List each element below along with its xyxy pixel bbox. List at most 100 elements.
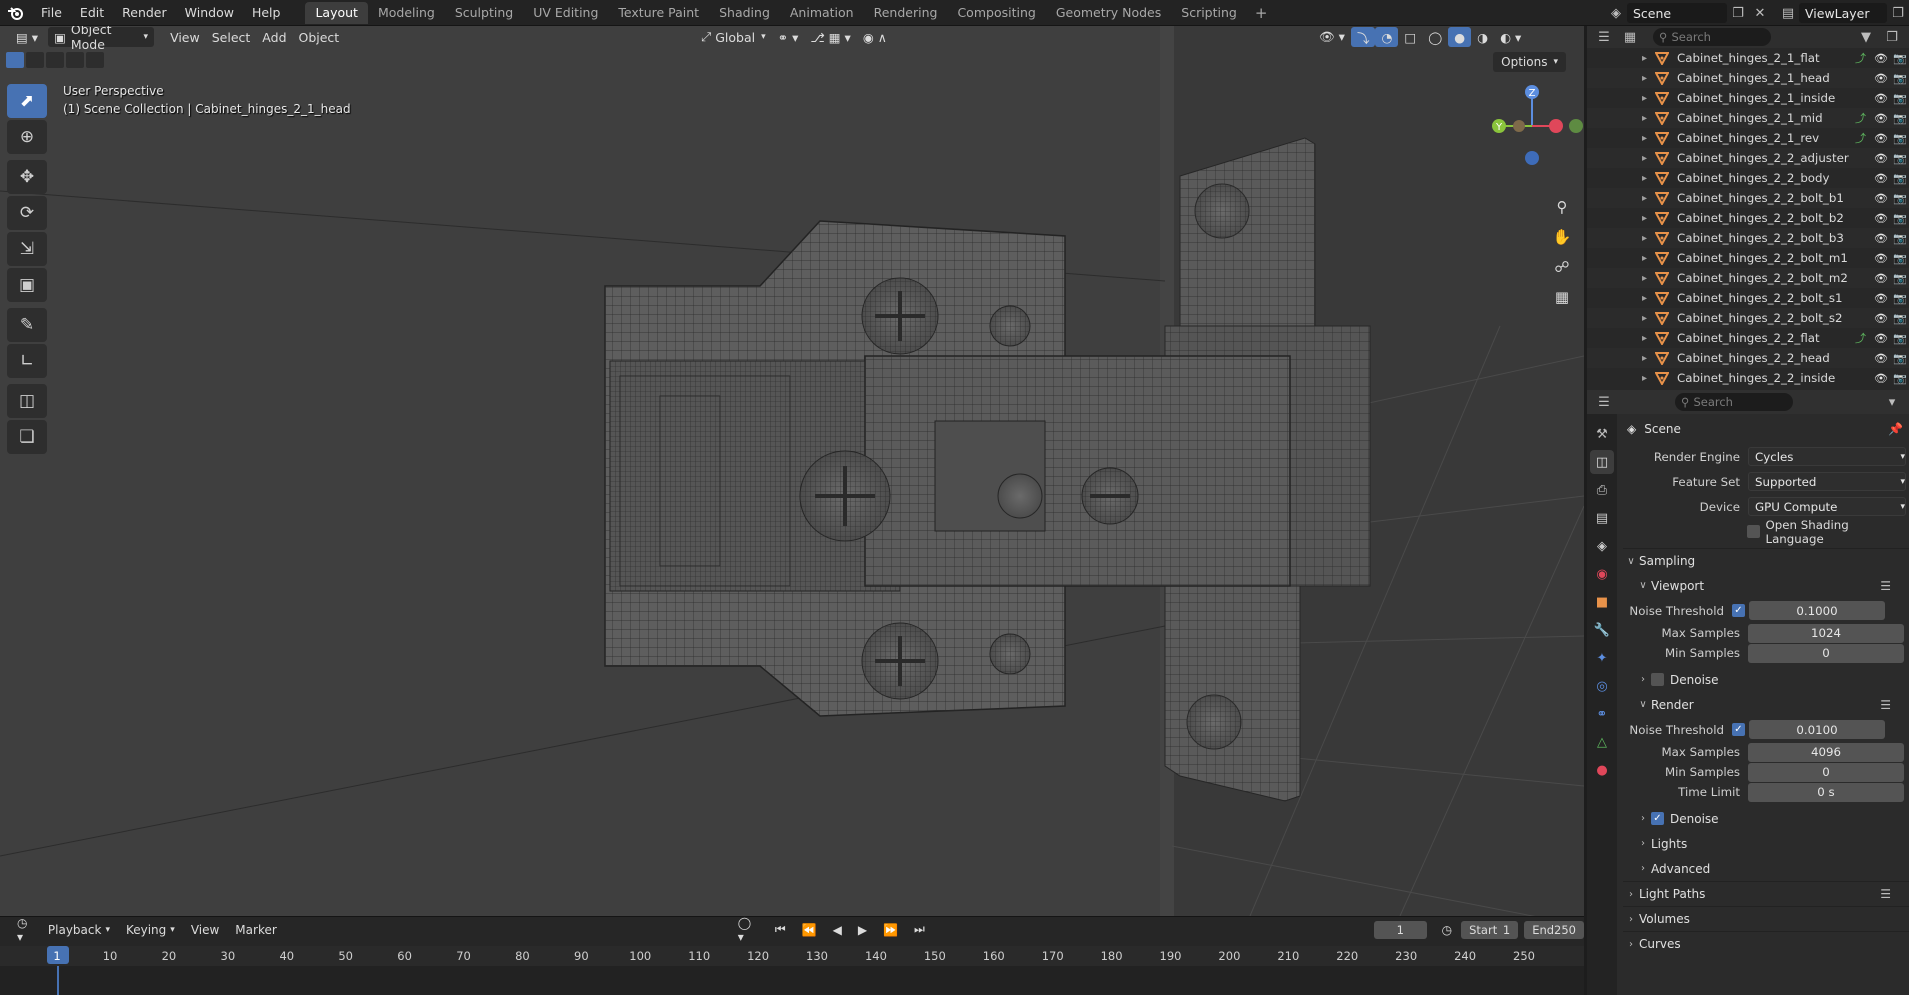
camera-icon[interactable]: 📷 — [1891, 372, 1909, 385]
proportional-edit-icon[interactable]: ◉ ∧ — [857, 27, 893, 47]
menu-render[interactable]: Render — [113, 0, 176, 26]
shading-rendered-icon[interactable]: ◐ ▾ — [1494, 27, 1527, 47]
vp-noise-checkbox[interactable]: ✓ — [1732, 604, 1745, 617]
menu-keying[interactable]: Keying ▾ — [119, 920, 182, 940]
render-subpanel-header[interactable]: ∨ Render ☰ — [1623, 692, 1909, 717]
new-view-layer-icon[interactable]: ❐ — [1887, 3, 1909, 23]
eye-icon[interactable]: 👁 — [1871, 352, 1891, 365]
shading-wireframe-icon[interactable]: ◯ — [1422, 27, 1448, 47]
r-denoise-checkbox[interactable]: ✓ — [1651, 812, 1664, 825]
jump-keyframe-back-icon[interactable]: ⏪ — [795, 920, 824, 940]
modifier-wrench-icon[interactable]: ⤴ — [1855, 330, 1871, 346]
outliner-item[interactable]: ▸Cabinet_hinges_2_2_body⤴👁📷 — [1587, 168, 1909, 188]
select-subtract-icon[interactable] — [46, 52, 64, 68]
eye-icon[interactable]: 👁 — [1871, 92, 1891, 105]
object-tab-icon[interactable]: ■ — [1590, 590, 1614, 614]
chevron-right-icon[interactable]: ▸ — [1587, 213, 1655, 224]
lights-subpanel[interactable]: › Lights — [1623, 831, 1909, 856]
properties-search-input[interactable]: ⚲ Search — [1675, 393, 1793, 411]
play-icon[interactable]: ▶ — [851, 920, 874, 940]
vp-denoise-checkbox[interactable] — [1651, 673, 1664, 686]
timeline-track[interactable] — [0, 966, 1584, 995]
sampling-panel-header[interactable]: ∨ Sampling — [1623, 548, 1909, 573]
delete-scene-icon[interactable]: ✕ — [1749, 3, 1771, 23]
modifier-wrench-icon[interactable]: ⤴ — [1855, 110, 1871, 126]
menu-view[interactable]: View — [184, 920, 226, 940]
chevron-right-icon[interactable]: ▸ — [1587, 293, 1655, 304]
menu-file[interactable]: File — [32, 0, 71, 26]
world-tab-icon[interactable]: ◉ — [1590, 562, 1614, 586]
chevron-right-icon[interactable]: ▸ — [1587, 313, 1655, 324]
eye-icon[interactable]: 👁 — [1871, 172, 1891, 185]
eye-icon[interactable]: 👁 — [1871, 292, 1891, 305]
constraints-tab-icon[interactable]: ⚭ — [1590, 702, 1614, 726]
tab-scripting[interactable]: Scripting — [1171, 2, 1247, 24]
menu-object[interactable]: Object — [293, 27, 346, 47]
camera-icon[interactable]: 📷 — [1891, 352, 1909, 365]
properties-options-icon[interactable]: ▾ — [1881, 392, 1903, 412]
modifier-wrench-icon[interactable]: ⤴ — [1855, 50, 1871, 66]
outliner-item[interactable]: ▸ Cabinet_hinges_2_1_rev ⤴ 👁 📷 — [1587, 128, 1909, 148]
timeline-editor-type-icon[interactable]: ◷ ▾ — [10, 916, 39, 944]
camera-icon[interactable]: 📷 — [1891, 52, 1909, 65]
eye-icon[interactable]: 👁 — [1871, 192, 1891, 205]
viewport-subpanel-header[interactable]: ∨ Viewport ☰ — [1623, 573, 1909, 598]
tool-tab-icon[interactable]: ⚒ — [1590, 422, 1614, 446]
3d-viewport[interactable]: ▤ ▾ ▣ Object Mode ▾ View Select Add Obje… — [0, 26, 1584, 916]
data-tab-icon[interactable]: △ — [1590, 730, 1614, 754]
osl-checkbox[interactable] — [1746, 525, 1760, 538]
eye-icon[interactable]: 👁 — [1871, 212, 1891, 225]
select-extend-icon[interactable] — [26, 52, 44, 68]
editor-type-icon[interactable]: ▤ ▾ — [10, 27, 44, 47]
camera-icon[interactable]: 📷 — [1891, 112, 1909, 125]
outliner-item[interactable]: ▸Cabinet_hinges_2_2_bolt_m1⤴👁📷 — [1587, 248, 1909, 268]
output-tab-icon[interactable]: ⎙ — [1590, 478, 1614, 502]
outliner-search-input[interactable]: ⚲ Search — [1653, 28, 1771, 46]
zoom-icon[interactable]: ⚲ — [1549, 194, 1575, 220]
outliner-item[interactable]: ▸Cabinet_hinges_2_2_bolt_m2⤴👁📷 — [1587, 268, 1909, 288]
tab-geometry-nodes[interactable]: Geometry Nodes — [1046, 2, 1171, 24]
eye-icon[interactable]: 👁 — [1871, 72, 1891, 85]
menu-playback[interactable]: Playback ▾ — [41, 920, 117, 940]
render-tab-icon[interactable]: ◫ — [1590, 450, 1614, 474]
camera-icon[interactable]: 📷 — [1891, 172, 1909, 185]
tab-sculpting[interactable]: Sculpting — [445, 2, 523, 24]
chevron-right-icon[interactable]: ▸ — [1587, 273, 1655, 284]
rotate-icon[interactable]: ⟳ — [7, 196, 47, 230]
camera-icon[interactable]: 📷 — [1891, 152, 1909, 165]
chevron-right-icon[interactable]: ▸ — [1587, 233, 1655, 244]
tab-shading[interactable]: Shading — [709, 2, 780, 24]
shading-solid-icon[interactable]: ● — [1448, 27, 1472, 47]
cursor-icon[interactable]: ⊕ — [7, 120, 47, 154]
gizmo-toggle-icon[interactable]: ⤵ — [1350, 27, 1376, 47]
select-invert-icon[interactable] — [66, 52, 84, 68]
presets-list-icon[interactable]: ☰ — [1880, 887, 1891, 901]
scene-tab-icon[interactable]: ◈ — [1590, 534, 1614, 558]
menu-window[interactable]: Window — [176, 0, 243, 26]
camera-icon[interactable]: 📷 — [1891, 312, 1909, 325]
chevron-right-icon[interactable]: ▸ — [1587, 193, 1655, 204]
jump-keyframe-forward-icon[interactable]: ⏩ — [876, 920, 905, 940]
axis-gizmo[interactable]: Z Y — [1474, 76, 1584, 166]
chevron-right-icon[interactable]: ▸ — [1587, 113, 1655, 124]
vp-denoise-subpanel[interactable]: › Denoise — [1623, 667, 1909, 692]
outliner-item[interactable]: ▸Cabinet_hinges_2_1_head⤴👁📷 — [1587, 68, 1909, 88]
tab-texture-paint[interactable]: Texture Paint — [608, 2, 709, 24]
tab-rendering[interactable]: Rendering — [864, 2, 948, 24]
chevron-right-icon[interactable]: ▸ — [1587, 153, 1655, 164]
presets-list-icon[interactable]: ☰ — [1880, 698, 1891, 712]
chevron-right-icon[interactable]: ▸ — [1587, 93, 1655, 104]
advanced-subpanel[interactable]: › Advanced — [1623, 856, 1909, 881]
shading-material-icon[interactable]: ◑ — [1471, 27, 1494, 47]
menu-view[interactable]: View — [164, 27, 206, 47]
mode-selector[interactable]: ▣ Object Mode ▾ — [48, 26, 155, 52]
transform-orientation-dropdown[interactable]: ⤢ Global ▾ — [695, 27, 771, 47]
play-reverse-icon[interactable]: ◀ — [826, 920, 849, 940]
outliner-item[interactable]: ▸Cabinet_hinges_2_2_bolt_s1⤴👁📷 — [1587, 288, 1909, 308]
outliner-item[interactable]: ▸Cabinet_hinges_2_1_inside⤴👁📷 — [1587, 88, 1909, 108]
modifier-tab-icon[interactable]: 🔧 — [1590, 618, 1614, 642]
chevron-right-icon[interactable]: ▸ — [1587, 333, 1655, 344]
current-frame-field[interactable]: 1 — [1373, 920, 1427, 939]
preview-range-icon[interactable]: ◷ — [1435, 920, 1459, 940]
r-min-field[interactable]: 0 — [1748, 762, 1904, 782]
